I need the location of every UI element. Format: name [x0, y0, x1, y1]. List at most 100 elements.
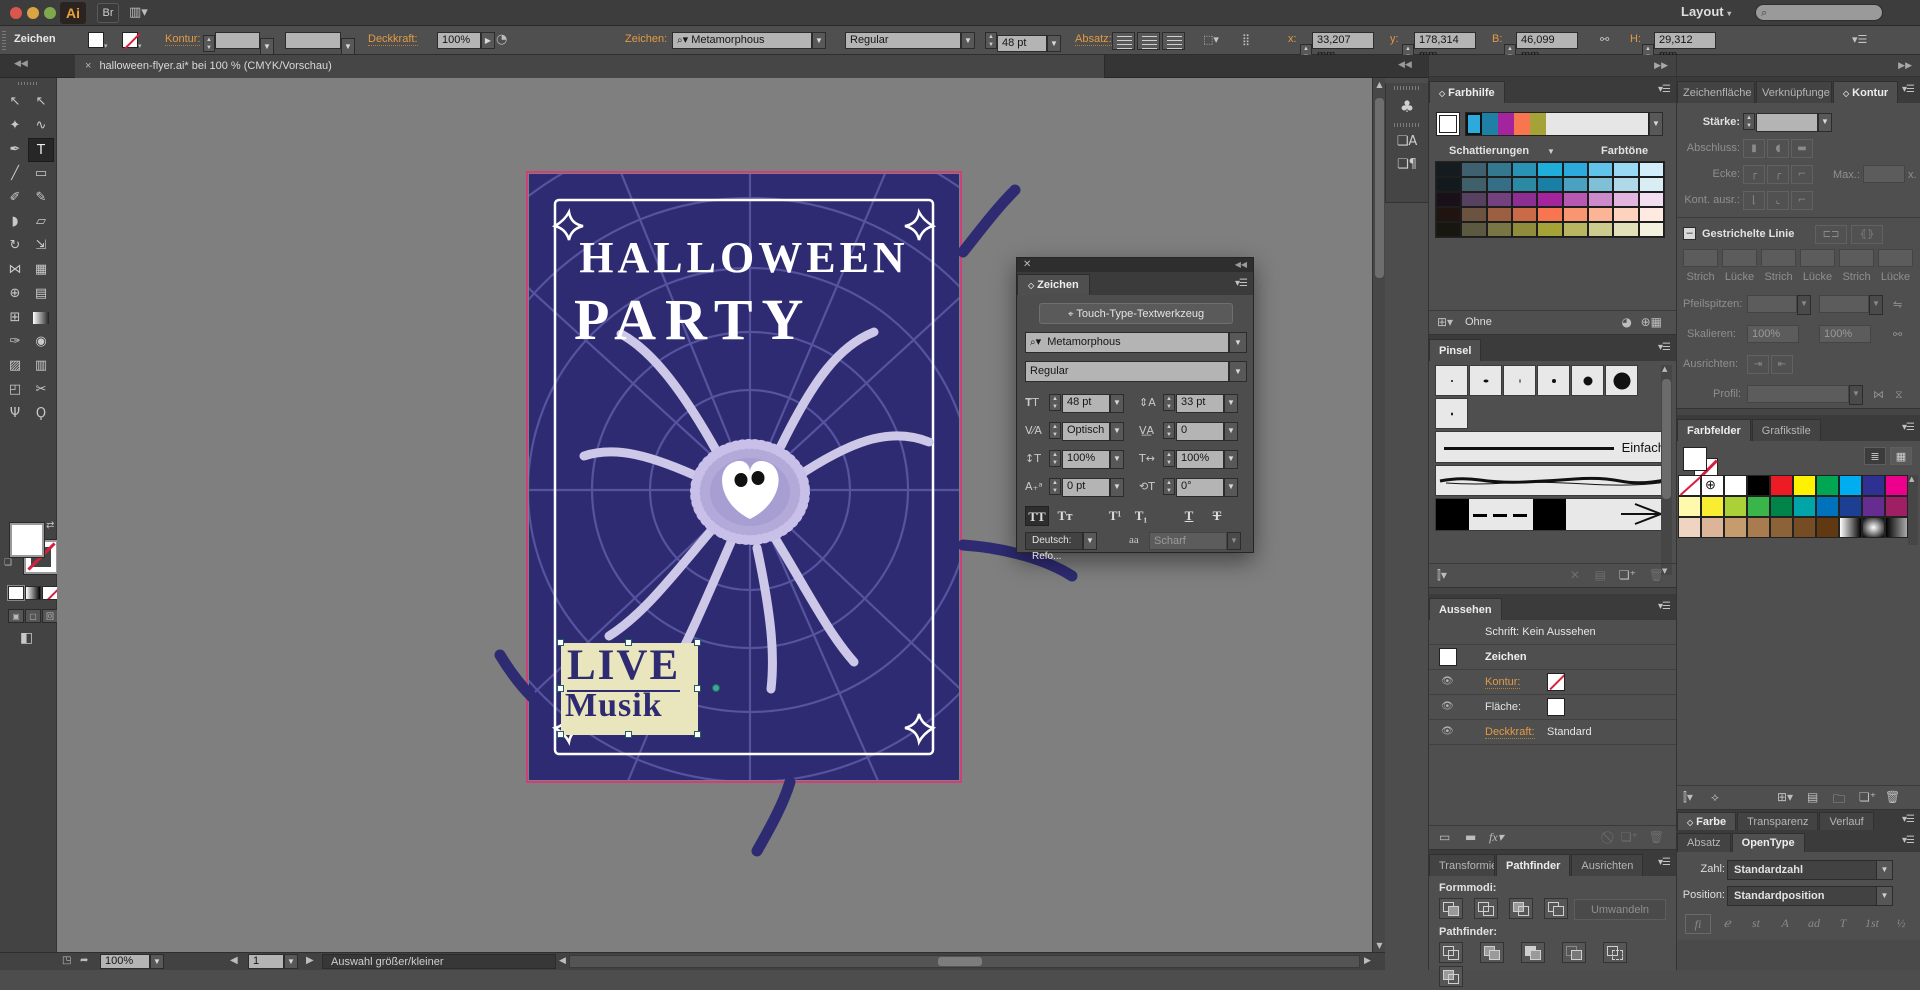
- symbol-sprayer-tool[interactable]: ▨: [2, 354, 28, 378]
- swatch-scrollbar[interactable]: ▲: [1908, 475, 1918, 545]
- zoom-dropdown-icon[interactable]: ▼: [150, 954, 164, 969]
- eraser-tool[interactable]: ▱: [28, 210, 54, 234]
- appearance-row-stroke[interactable]: 👁 Kontur:: [1429, 670, 1676, 695]
- swatch[interactable]: [1885, 475, 1908, 496]
- swatch[interactable]: [1678, 475, 1701, 496]
- swatch[interactable]: [1862, 496, 1885, 517]
- visibility-eye-icon[interactable]: 👁: [1441, 701, 1454, 712]
- shade-swatch[interactable]: [1512, 192, 1537, 207]
- swatch[interactable]: [1793, 517, 1816, 538]
- grid-view-button[interactable]: ▦: [1890, 447, 1912, 465]
- tab-zeichenflaeche[interactable]: Zeichenfläche: [1677, 81, 1755, 103]
- tab-verknuepfungen[interactable]: Verknüpfunge: [1756, 81, 1832, 103]
- shade-swatch[interactable]: [1436, 222, 1461, 237]
- font-style-field[interactable]: Regular: [845, 32, 961, 49]
- panel-menu-icon[interactable]: ▾☰: [1902, 835, 1914, 846]
- screen-mode-icon[interactable]: ◧: [20, 630, 33, 646]
- edit-colors-icon[interactable]: ◕: [1622, 315, 1632, 329]
- tab-farbfelder[interactable]: Farbfelder: [1677, 419, 1751, 441]
- align-right-button[interactable]: [1162, 32, 1185, 50]
- baseline-shift-stepper[interactable]: ▲▼: [1049, 478, 1061, 495]
- swap-fill-stroke-icon[interactable]: ⇄: [46, 520, 54, 531]
- panel-menu-icon[interactable]: ▾☰: [1902, 422, 1914, 433]
- character-rotation-field[interactable]: 0°: [1176, 478, 1224, 497]
- swatch[interactable]: [1839, 517, 1862, 538]
- crop-button[interactable]: [1562, 942, 1586, 963]
- scroll-up-icon[interactable]: ▲: [1375, 80, 1384, 89]
- chevron-down-icon[interactable]: ▼: [1229, 332, 1247, 353]
- tab-zeichen[interactable]: ◇Zeichen: [1017, 274, 1090, 295]
- shade-swatch[interactable]: [1537, 177, 1562, 192]
- swatch[interactable]: [1678, 517, 1701, 538]
- pen-tool[interactable]: ✒: [2, 138, 28, 162]
- shade-swatch[interactable]: [1461, 222, 1486, 237]
- brush-swatch[interactable]: [1435, 365, 1468, 396]
- appearance-row-fill[interactable]: 👁 Fläche:: [1429, 695, 1676, 720]
- merge-button[interactable]: [1521, 942, 1545, 963]
- chevron-down-icon[interactable]: ▼: [1224, 478, 1238, 497]
- paintbrush-tool[interactable]: ✐: [2, 186, 28, 210]
- opacity-link[interactable]: Deckkraft:: [368, 33, 418, 46]
- color-button[interactable]: [8, 586, 24, 600]
- figure-dropdown[interactable]: Standardzahl▼: [1727, 860, 1893, 880]
- font-size-stepper[interactable]: ▲▼: [985, 32, 997, 49]
- zoom-level-field[interactable]: 100%: [100, 954, 150, 969]
- shade-swatch[interactable]: [1563, 177, 1588, 192]
- expand-panels-icon[interactable]: ◀◀: [1398, 60, 1412, 70]
- shade-swatch[interactable]: [1512, 207, 1537, 222]
- tab-transparenz[interactable]: Transparenz: [1737, 812, 1818, 830]
- delete-swatch-icon[interactable]: 🗑: [1885, 790, 1900, 804]
- shade-swatch[interactable]: [1512, 222, 1537, 237]
- swatch[interactable]: [1770, 475, 1793, 496]
- dashed-line-checkbox[interactable]: –: [1683, 227, 1696, 240]
- selected-text-block[interactable]: LIVE Musik: [561, 643, 698, 735]
- blend-tool[interactable]: ◉: [28, 330, 54, 354]
- chevron-down-icon[interactable]: ▼: [1818, 113, 1832, 132]
- tab-pathfinder[interactable]: Pathfinder: [1496, 854, 1570, 876]
- shade-swatch[interactable]: [1487, 177, 1512, 192]
- window-zoom-light[interactable]: [44, 7, 56, 19]
- search-input[interactable]: ⌕: [1755, 4, 1883, 21]
- collapse-icon[interactable]: ◀◀: [14, 59, 28, 69]
- chevron-down-icon[interactable]: ▼: [1224, 450, 1238, 469]
- selection-handle[interactable]: [557, 639, 564, 646]
- line-tool[interactable]: ╱: [2, 162, 28, 186]
- chevron-right-icon[interactable]: ▶: [481, 32, 495, 49]
- tracking-stepper[interactable]: ▲▼: [1163, 422, 1175, 439]
- vertical-scale-stepper[interactable]: ▲▼: [1049, 450, 1061, 467]
- chevron-down-icon[interactable]: ▼: [1224, 422, 1238, 441]
- chevron-down-icon[interactable]: ▼: [1047, 35, 1061, 52]
- character-floating-panel[interactable]: ✕ ◀◀ ◇Zeichen ▾☰ ⌖ Touch-Type-Textwerkze…: [1016, 257, 1254, 553]
- chevron-down-icon[interactable]: ▼: [961, 32, 975, 49]
- touch-type-handle[interactable]: [712, 684, 720, 692]
- panel-menu-icon[interactable]: ▾☰: [1902, 84, 1914, 95]
- subscript-button[interactable]: T₁: [1129, 506, 1153, 526]
- swatch-libraries-icon[interactable]: ⫿▾: [1683, 790, 1693, 805]
- scroll-down-icon[interactable]: ▼: [1375, 941, 1384, 950]
- pencil-tool[interactable]: ✎: [28, 186, 54, 210]
- gradient-button[interactable]: [25, 586, 41, 600]
- shade-swatch[interactable]: [1461, 207, 1486, 222]
- selection-handle[interactable]: [694, 639, 701, 646]
- visibility-eye-icon[interactable]: 👁: [1441, 676, 1454, 687]
- swatch[interactable]: [1701, 475, 1724, 496]
- bridge-button[interactable]: Br: [97, 3, 119, 23]
- shape-builder-tool[interactable]: ⊕: [2, 282, 28, 306]
- align-center-button[interactable]: [1137, 32, 1160, 50]
- swatch[interactable]: [1701, 496, 1724, 517]
- shade-swatch[interactable]: [1613, 177, 1638, 192]
- x-field[interactable]: 33,207 mm: [1312, 32, 1374, 49]
- zoom-tool[interactable]: Ϙ: [28, 402, 54, 426]
- baseline-shift-field[interactable]: 0 pt: [1062, 478, 1110, 497]
- arrange-icon[interactable]: ➦: [80, 955, 88, 966]
- character-rotation-stepper[interactable]: ▲▼: [1163, 478, 1175, 495]
- font-family-field[interactable]: ⌕▾ Metamorphous: [1025, 332, 1229, 353]
- tracking-field[interactable]: 0: [1176, 422, 1224, 441]
- swatch[interactable]: [1816, 496, 1839, 517]
- swatch[interactable]: [1747, 517, 1770, 538]
- language-dropdown[interactable]: Deutsch: Refo...: [1025, 532, 1083, 550]
- shade-swatch[interactable]: [1461, 177, 1486, 192]
- document-tab[interactable]: ×halloween-flyer.ai* bei 100 % (CMYK/Vor…: [75, 55, 1105, 78]
- swatch[interactable]: [1816, 475, 1839, 496]
- tab-absatz[interactable]: Absatz: [1677, 833, 1731, 852]
